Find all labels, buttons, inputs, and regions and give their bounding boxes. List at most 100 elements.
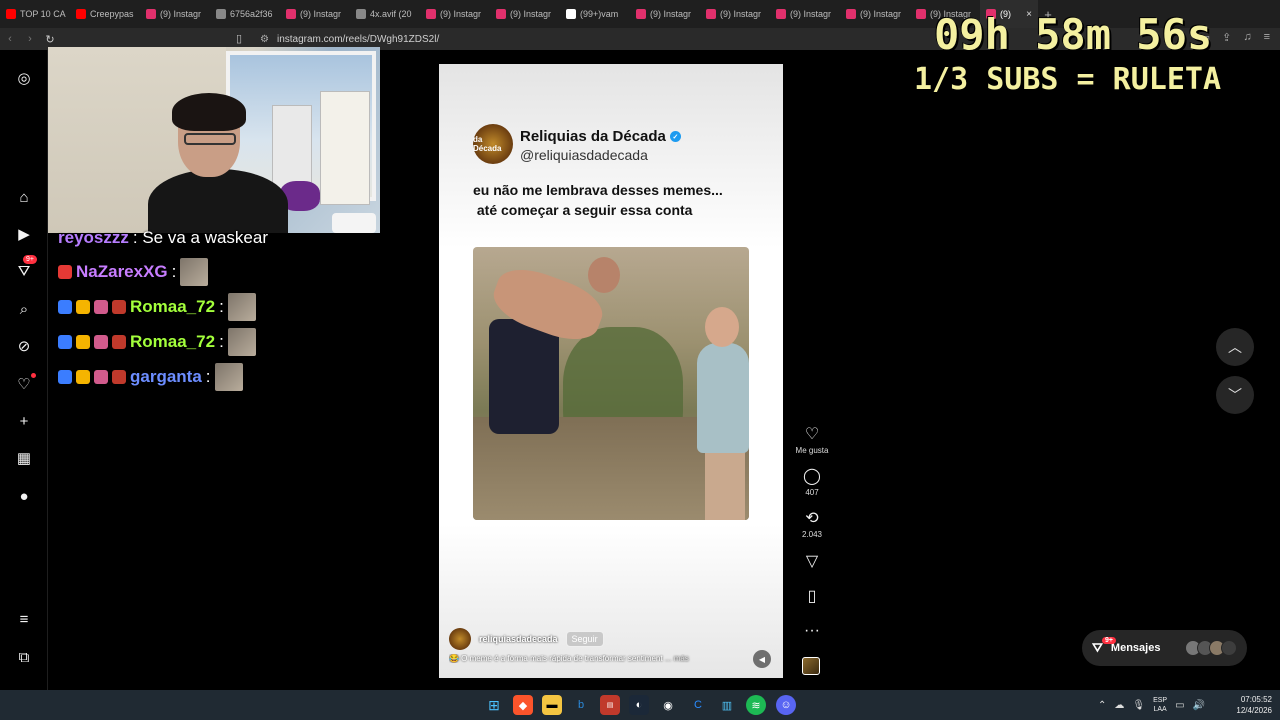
search-icon[interactable]: ⌕: [14, 299, 34, 319]
author-name[interactable]: reliquiasdadecada: [479, 634, 558, 644]
menu-icon[interactable]: ≡: [14, 609, 34, 629]
chat-badge-icon: [94, 370, 108, 384]
chat-username: reyoszzz: [58, 228, 129, 247]
microphone-icon[interactable]: 🎙: [1132, 700, 1145, 711]
more-apps-icon[interactable]: ⧉: [14, 647, 34, 667]
volume-icon[interactable]: 🔊: [1193, 700, 1205, 711]
windows-start-icon[interactable]: ⊞: [484, 695, 504, 715]
explore-filter-icon[interactable]: ⛛ 9+: [14, 255, 37, 281]
browser-tab[interactable]: (9) Instagr: [140, 0, 210, 28]
cloud-icon[interactable]: ☁: [1114, 700, 1124, 711]
like-button[interactable]: ♡ Me gusta: [793, 426, 831, 455]
lang-bottom: LAA: [1153, 706, 1167, 713]
heart-icon[interactable]: ♡: [14, 373, 36, 394]
browser-tab[interactable]: (9) Instagr: [770, 0, 840, 28]
video-child: [689, 307, 749, 520]
tweet-text-line2: até começar a seguir essa conta: [473, 202, 693, 218]
browser-tab[interactable]: TOP 10 CA: [0, 0, 70, 28]
clock[interactable]: 07:05:52 12/4/2026: [1226, 694, 1272, 716]
bing-icon[interactable]: b: [571, 695, 591, 715]
menu-icon[interactable]: ≡: [1264, 31, 1270, 44]
instagram-icon: [776, 9, 786, 19]
chat-username: Romaa_72: [130, 297, 216, 316]
tiktok-icon: [566, 9, 576, 19]
author-avatar[interactable]: [449, 628, 471, 650]
music-icon[interactable]: ♫: [1243, 31, 1251, 44]
spotify-icon[interactable]: ≋: [746, 695, 766, 715]
network-icon[interactable]: ▭: [1175, 700, 1184, 711]
browser-tab[interactable]: (99+)vam: [560, 0, 630, 28]
nav-glyph: ≡: [19, 610, 29, 628]
language-indicator[interactable]: ESP LAA: [1153, 696, 1167, 714]
reels-icon[interactable]: ▶: [14, 224, 34, 244]
back-icon[interactable]: ‹: [0, 33, 20, 45]
notepad-icon[interactable]: ▥: [717, 695, 737, 715]
browser-tab[interactable]: (9) Instagr: [420, 0, 490, 28]
address-bar[interactable]: ⚙ instagram.com/reels/DWgh91ZDS2l/: [260, 31, 439, 47]
nav-glyph: ▶: [18, 226, 30, 243]
steam-icon[interactable]: ◐: [629, 695, 649, 715]
site-settings-icon[interactable]: ⚙: [260, 34, 269, 45]
browser-tab[interactable]: (9) Instagr: [490, 0, 560, 28]
save-button[interactable]: ▯: [793, 588, 831, 606]
browser-tab[interactable]: (9) Instagr: [700, 0, 770, 28]
brave-icon[interactable]: ◆: [513, 695, 533, 715]
more-options-button[interactable]: ···: [793, 622, 831, 640]
browser-tab[interactable]: (9) Instagr: [840, 0, 910, 28]
repost-button[interactable]: ⟲ 2.043: [793, 510, 831, 539]
obs-icon[interactable]: ◉: [658, 695, 678, 715]
tray-expand-icon[interactable]: ⌃: [1098, 700, 1106, 711]
create-icon[interactable]: +: [14, 411, 34, 431]
tab-label: (9) Instagr: [440, 9, 482, 19]
forward-icon[interactable]: ›: [20, 33, 40, 45]
reel-post[interactable]: da Década Reliquias da Década ✓ @reliqui…: [439, 64, 783, 678]
discord-icon[interactable]: ☺: [776, 695, 796, 715]
instagram-icon: [146, 9, 156, 19]
browser-tab[interactable]: (9) Instagr: [280, 0, 350, 28]
share-icon[interactable]: ⇪: [1222, 31, 1231, 44]
chat-username: NaZarexXG: [76, 262, 168, 281]
next-reel-button[interactable]: ﹀: [1216, 376, 1254, 414]
mute-icon[interactable]: ◀: [753, 650, 771, 668]
stream-timer: 09h 58m 56s: [934, 10, 1213, 59]
browser-tab[interactable]: Creepypas: [70, 0, 140, 28]
video-man: [483, 257, 620, 437]
instagram-icon: [916, 9, 926, 19]
nav-glyph: ▦: [16, 450, 32, 467]
messages-button[interactable]: ⛛ 9+ Mensajes: [1082, 630, 1247, 666]
audio-thumbnail[interactable]: [802, 657, 820, 675]
reload-icon[interactable]: ↻: [40, 33, 60, 46]
instagram-icon: [286, 9, 296, 19]
instagram-logo-icon[interactable]: ◎: [14, 68, 34, 88]
caption-more-link[interactable]: ... más: [663, 654, 689, 663]
compass-icon[interactable]: ⊘: [14, 336, 34, 356]
more-icon: ···: [804, 622, 820, 639]
dashboard-icon[interactable]: ▦: [14, 448, 34, 468]
browser-tab[interactable]: 4x.avif (20: [350, 0, 420, 28]
nav-glyph: ⧉: [18, 648, 30, 666]
previous-reel-button[interactable]: ︿: [1216, 328, 1254, 366]
browser-tab[interactable]: 6756a2f36: [210, 0, 280, 28]
tab-label: (9) Instagr: [720, 9, 762, 19]
file-explorer-icon[interactable]: ▬: [542, 695, 562, 715]
tab-label: (9) Instagr: [510, 9, 552, 19]
comment-button[interactable]: ◯ 407: [793, 468, 831, 497]
share-button[interactable]: ▽: [793, 553, 831, 571]
follow-button[interactable]: Seguir: [565, 631, 604, 647]
app-icon[interactable]: ▤: [600, 695, 620, 715]
nav-glyph: ⌂: [19, 188, 29, 206]
profile-icon[interactable]: ●: [14, 486, 34, 506]
home-icon[interactable]: ⌂: [14, 187, 34, 207]
lang-top: ESP: [1153, 697, 1168, 704]
chat-emote-image: [227, 328, 256, 356]
bookmark-icon[interactable]: ▯: [236, 32, 242, 45]
chat-badge-icon: [76, 335, 90, 349]
chat-text: :: [219, 297, 224, 316]
verified-badge-icon: ✓: [669, 131, 681, 142]
chat-text: :: [171, 262, 177, 281]
chat-message: garganta:: [58, 363, 243, 391]
c-app-icon[interactable]: C: [688, 695, 708, 715]
globe-icon: [216, 9, 226, 19]
browser-tab[interactable]: (9) Instagr: [630, 0, 700, 28]
chat-emote-image: [180, 258, 209, 286]
